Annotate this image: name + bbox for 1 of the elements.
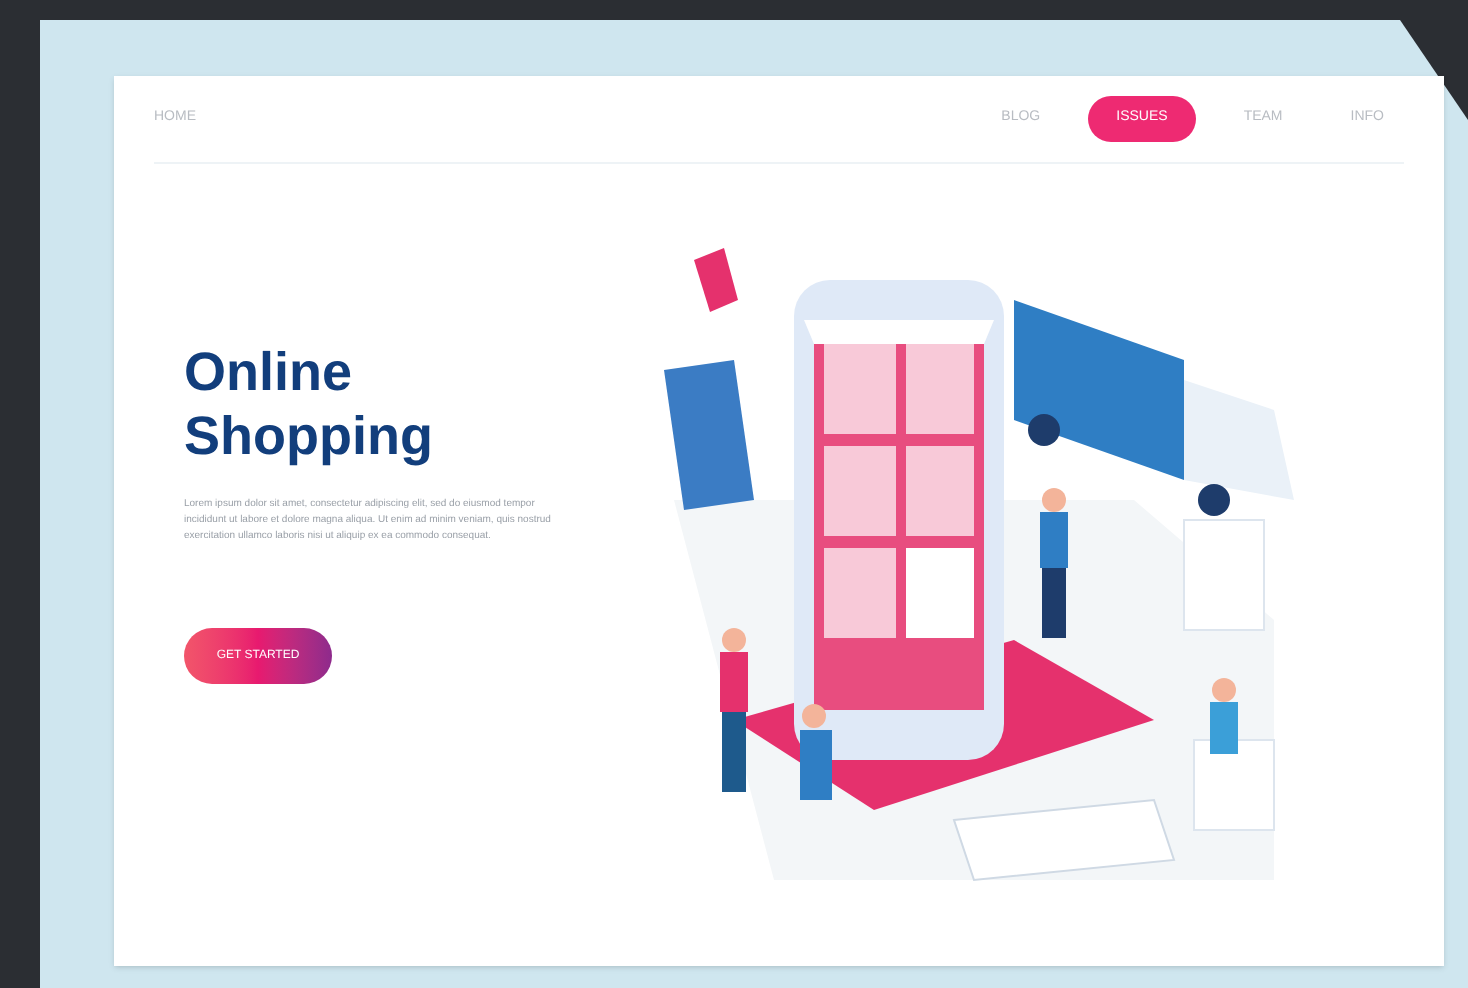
page-title: Online Shopping	[184, 340, 435, 468]
